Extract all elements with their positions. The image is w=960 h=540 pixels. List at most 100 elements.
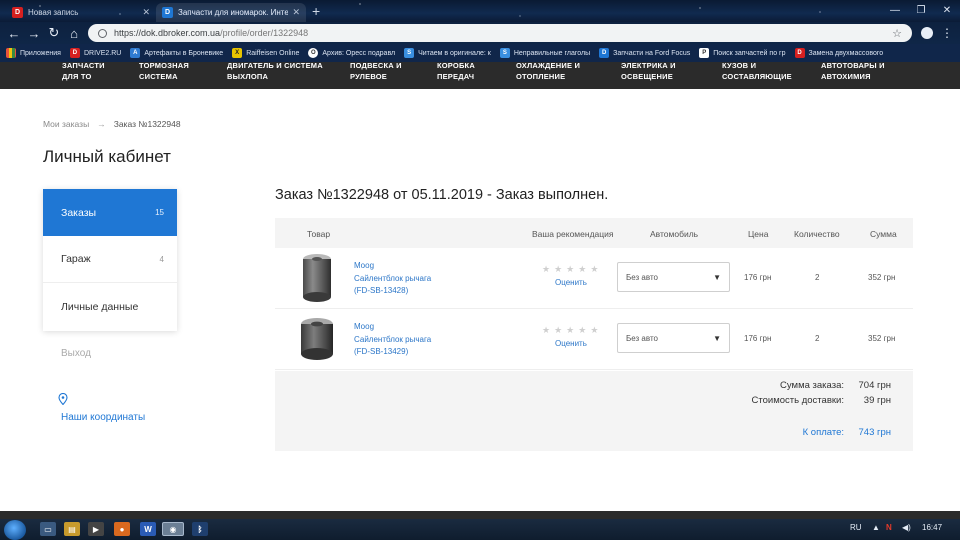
bookmark-apps[interactable]: Приложения: [6, 48, 61, 58]
bookmark-ford-parts[interactable]: D Запчасти на Ford Focus: [599, 48, 690, 58]
star-icon[interactable]: ★: [554, 325, 562, 336]
bookmark-parts-search[interactable]: P Поиск запчастей по гр: [699, 48, 786, 58]
sum-cell: 352 грн: [868, 334, 896, 343]
star-icon[interactable]: ★: [554, 264, 562, 275]
word-icon[interactable]: W: [140, 522, 156, 536]
product-brand-link[interactable]: Moog: [354, 321, 431, 334]
star-icon[interactable]: ★: [542, 264, 550, 275]
clock[interactable]: 16:47: [922, 523, 942, 532]
quantity-cell: 2: [815, 334, 820, 343]
nav-line: ПЕРЕДАЧ: [437, 72, 475, 81]
bookmark-archive[interactable]: O Архив: Оресс подравл: [308, 48, 395, 58]
close-tab-icon[interactable]: ✕: [292, 7, 300, 18]
close-tab-icon[interactable]: ✕: [142, 7, 150, 18]
col-quantity: Количество: [794, 229, 840, 239]
breadcrumb-my-orders[interactable]: Мои заказы: [43, 119, 89, 129]
product-name-link[interactable]: Сайлентблок рычага: [354, 273, 431, 286]
dbroker-icon: D: [599, 48, 610, 58]
star-icon[interactable]: ★: [578, 325, 586, 336]
folder-icon[interactable]: ▤: [64, 522, 80, 536]
dropdown-caret-icon: ▼: [713, 272, 721, 282]
bookmark-drive2[interactable]: D DRIVE2.RU: [69, 48, 121, 58]
rate-link[interactable]: Оценить: [555, 278, 587, 287]
nav-maintenance-parts[interactable]: ЗАПЧАСТИ ДЛЯ ТО: [62, 62, 105, 82]
tray-expand-icon[interactable]: ▲: [872, 523, 880, 532]
minimize-icon[interactable]: —: [882, 0, 908, 20]
sidebar-item-garage[interactable]: Гараж 4: [43, 236, 177, 283]
bookmark-read-original[interactable]: S Читаем в оригинале: к: [404, 48, 491, 58]
address-bar[interactable]: https://dok.dbroker.com.ua/profile/order…: [88, 24, 912, 42]
sidebar-item-orders[interactable]: Заказы 15: [43, 189, 177, 236]
bookmarks-bar: Приложения D DRIVE2.RU A Артефакты в Броне…: [0, 44, 960, 62]
drive2-icon: D: [69, 48, 80, 58]
quantity-cell: 2: [815, 273, 820, 282]
profile-icon[interactable]: [918, 24, 936, 42]
nav-line: ОТОПЛЕНИЕ: [516, 72, 566, 81]
rating-stars[interactable]: ★ ★ ★ ★ ★: [542, 325, 598, 336]
start-button-icon[interactable]: [4, 520, 26, 540]
browser-tab-bar: D Новая запись ✕ D Запчасти для иномарок…: [0, 0, 960, 22]
nav-line: КОРОБКА: [437, 62, 475, 70]
star-icon[interactable]: ★: [542, 325, 550, 336]
volume-icon[interactable]: ◀): [902, 523, 911, 532]
our-coordinates-link[interactable]: Наши координаты: [61, 412, 145, 423]
firefox-icon[interactable]: ●: [114, 522, 130, 536]
col-price: Цена: [748, 229, 769, 239]
nav-gearbox[interactable]: КОРОБКА ПЕРЕДАЧ: [437, 62, 475, 82]
bookmark-dual-mass[interactable]: D Замена двухмассового: [794, 48, 883, 58]
product-code-link[interactable]: (FD-SB-13428): [354, 285, 431, 298]
bookmark-a-icon: A: [130, 48, 141, 58]
car-select[interactable]: Без авто ▼: [617, 323, 730, 353]
table-row: Moog Сайлентблок рычага (FD-SB-13429) ★ ★…: [275, 309, 913, 370]
close-window-icon[interactable]: ✕: [934, 0, 960, 20]
bookmark-label: Приложения: [20, 49, 61, 57]
star-icon[interactable]: ★: [590, 264, 598, 275]
car-select[interactable]: Без авто ▼: [617, 262, 730, 292]
star-icon[interactable]: ★: [590, 325, 598, 336]
nav-body-parts[interactable]: КУЗОВ И СОСТАВЛЯЮЩИЕ: [722, 62, 792, 82]
rating-stars[interactable]: ★ ★ ★ ★ ★: [542, 264, 598, 275]
delivery-cost-label: Стоимость доставки:: [751, 395, 844, 406]
media-player-icon[interactable]: ▶: [88, 522, 104, 536]
netflix-tray-icon[interactable]: N: [886, 523, 892, 532]
star-icon[interactable]: ★: [578, 264, 586, 275]
nav-cooling-heating[interactable]: ОХЛАЖДЕНИЕ И ОТОПЛЕНИЕ: [516, 62, 580, 82]
new-tab-button[interactable]: +: [312, 3, 320, 19]
browser-tab-1[interactable]: D Новая запись ✕: [6, 3, 156, 22]
bookmark-artifacts[interactable]: A Артефакты в Броневике: [130, 48, 223, 58]
home-icon[interactable]: ⌂: [65, 24, 83, 42]
language-indicator[interactable]: RU: [850, 523, 862, 532]
logout-link[interactable]: Выход: [61, 348, 91, 359]
bookmark-star-icon[interactable]: ☆: [892, 27, 902, 40]
info-icon[interactable]: [98, 28, 107, 38]
nav-electrics-lighting[interactable]: ЭЛЕКТРИКА И ОСВЕЩЕНИЕ: [621, 62, 676, 82]
sidebar-item-personal-data[interactable]: Личные данные: [43, 283, 177, 330]
rate-link[interactable]: Оценить: [555, 339, 587, 348]
nav-auto-goods-chemistry[interactable]: АВТОТОВАРЫ И АВТОХИМИЯ: [821, 62, 885, 82]
nav-suspension-steering[interactable]: ПОДВЕСКА И РУЛЕВОЕ: [350, 62, 402, 82]
back-arrow-icon[interactable]: ←: [5, 24, 23, 42]
star-icon[interactable]: ★: [566, 264, 574, 275]
bookmark-irregular-verbs[interactable]: S Неправильные глаголы: [499, 48, 590, 58]
window-controls: — ❐ ✕: [882, 0, 960, 20]
maximize-icon[interactable]: ❐: [908, 0, 934, 20]
price-cell: 176 грн: [744, 273, 772, 282]
reload-icon[interactable]: ↻: [45, 24, 63, 42]
forward-arrow-icon[interactable]: →: [25, 24, 43, 42]
nav-brakes[interactable]: ТОРМОЗНАЯ СИСТЕМА: [139, 62, 189, 82]
chrome-icon[interactable]: ◉: [162, 522, 184, 536]
delivery-cost-value: 39 грн: [863, 395, 891, 406]
star-icon[interactable]: ★: [566, 325, 574, 336]
nav-engine-exhaust[interactable]: ДВИГАТЕЛЬ И СИСТЕМА ВЫХЛОПА: [227, 62, 323, 82]
nav-line: АВТОХИМИЯ: [821, 72, 871, 81]
browser-tab-2[interactable]: D Запчасти для иномарок. Интернет - ✕: [156, 3, 306, 22]
product-name-link[interactable]: Сайлентблок рычага: [354, 334, 431, 347]
product-brand-link[interactable]: Moog: [354, 260, 431, 273]
menu-dots-icon[interactable]: ⋮: [938, 24, 956, 42]
bookmark-raiffeisen[interactable]: X Raiffeisen Online: [232, 48, 299, 58]
col-product: Товар: [307, 229, 331, 239]
explorer-icon[interactable]: ▭: [40, 522, 56, 536]
breadcrumb-current: Заказ №1322948: [113, 119, 181, 129]
product-code-link[interactable]: (FD-SB-13429): [354, 346, 431, 359]
bluetooth-icon[interactable]: ᛒ: [192, 522, 208, 536]
